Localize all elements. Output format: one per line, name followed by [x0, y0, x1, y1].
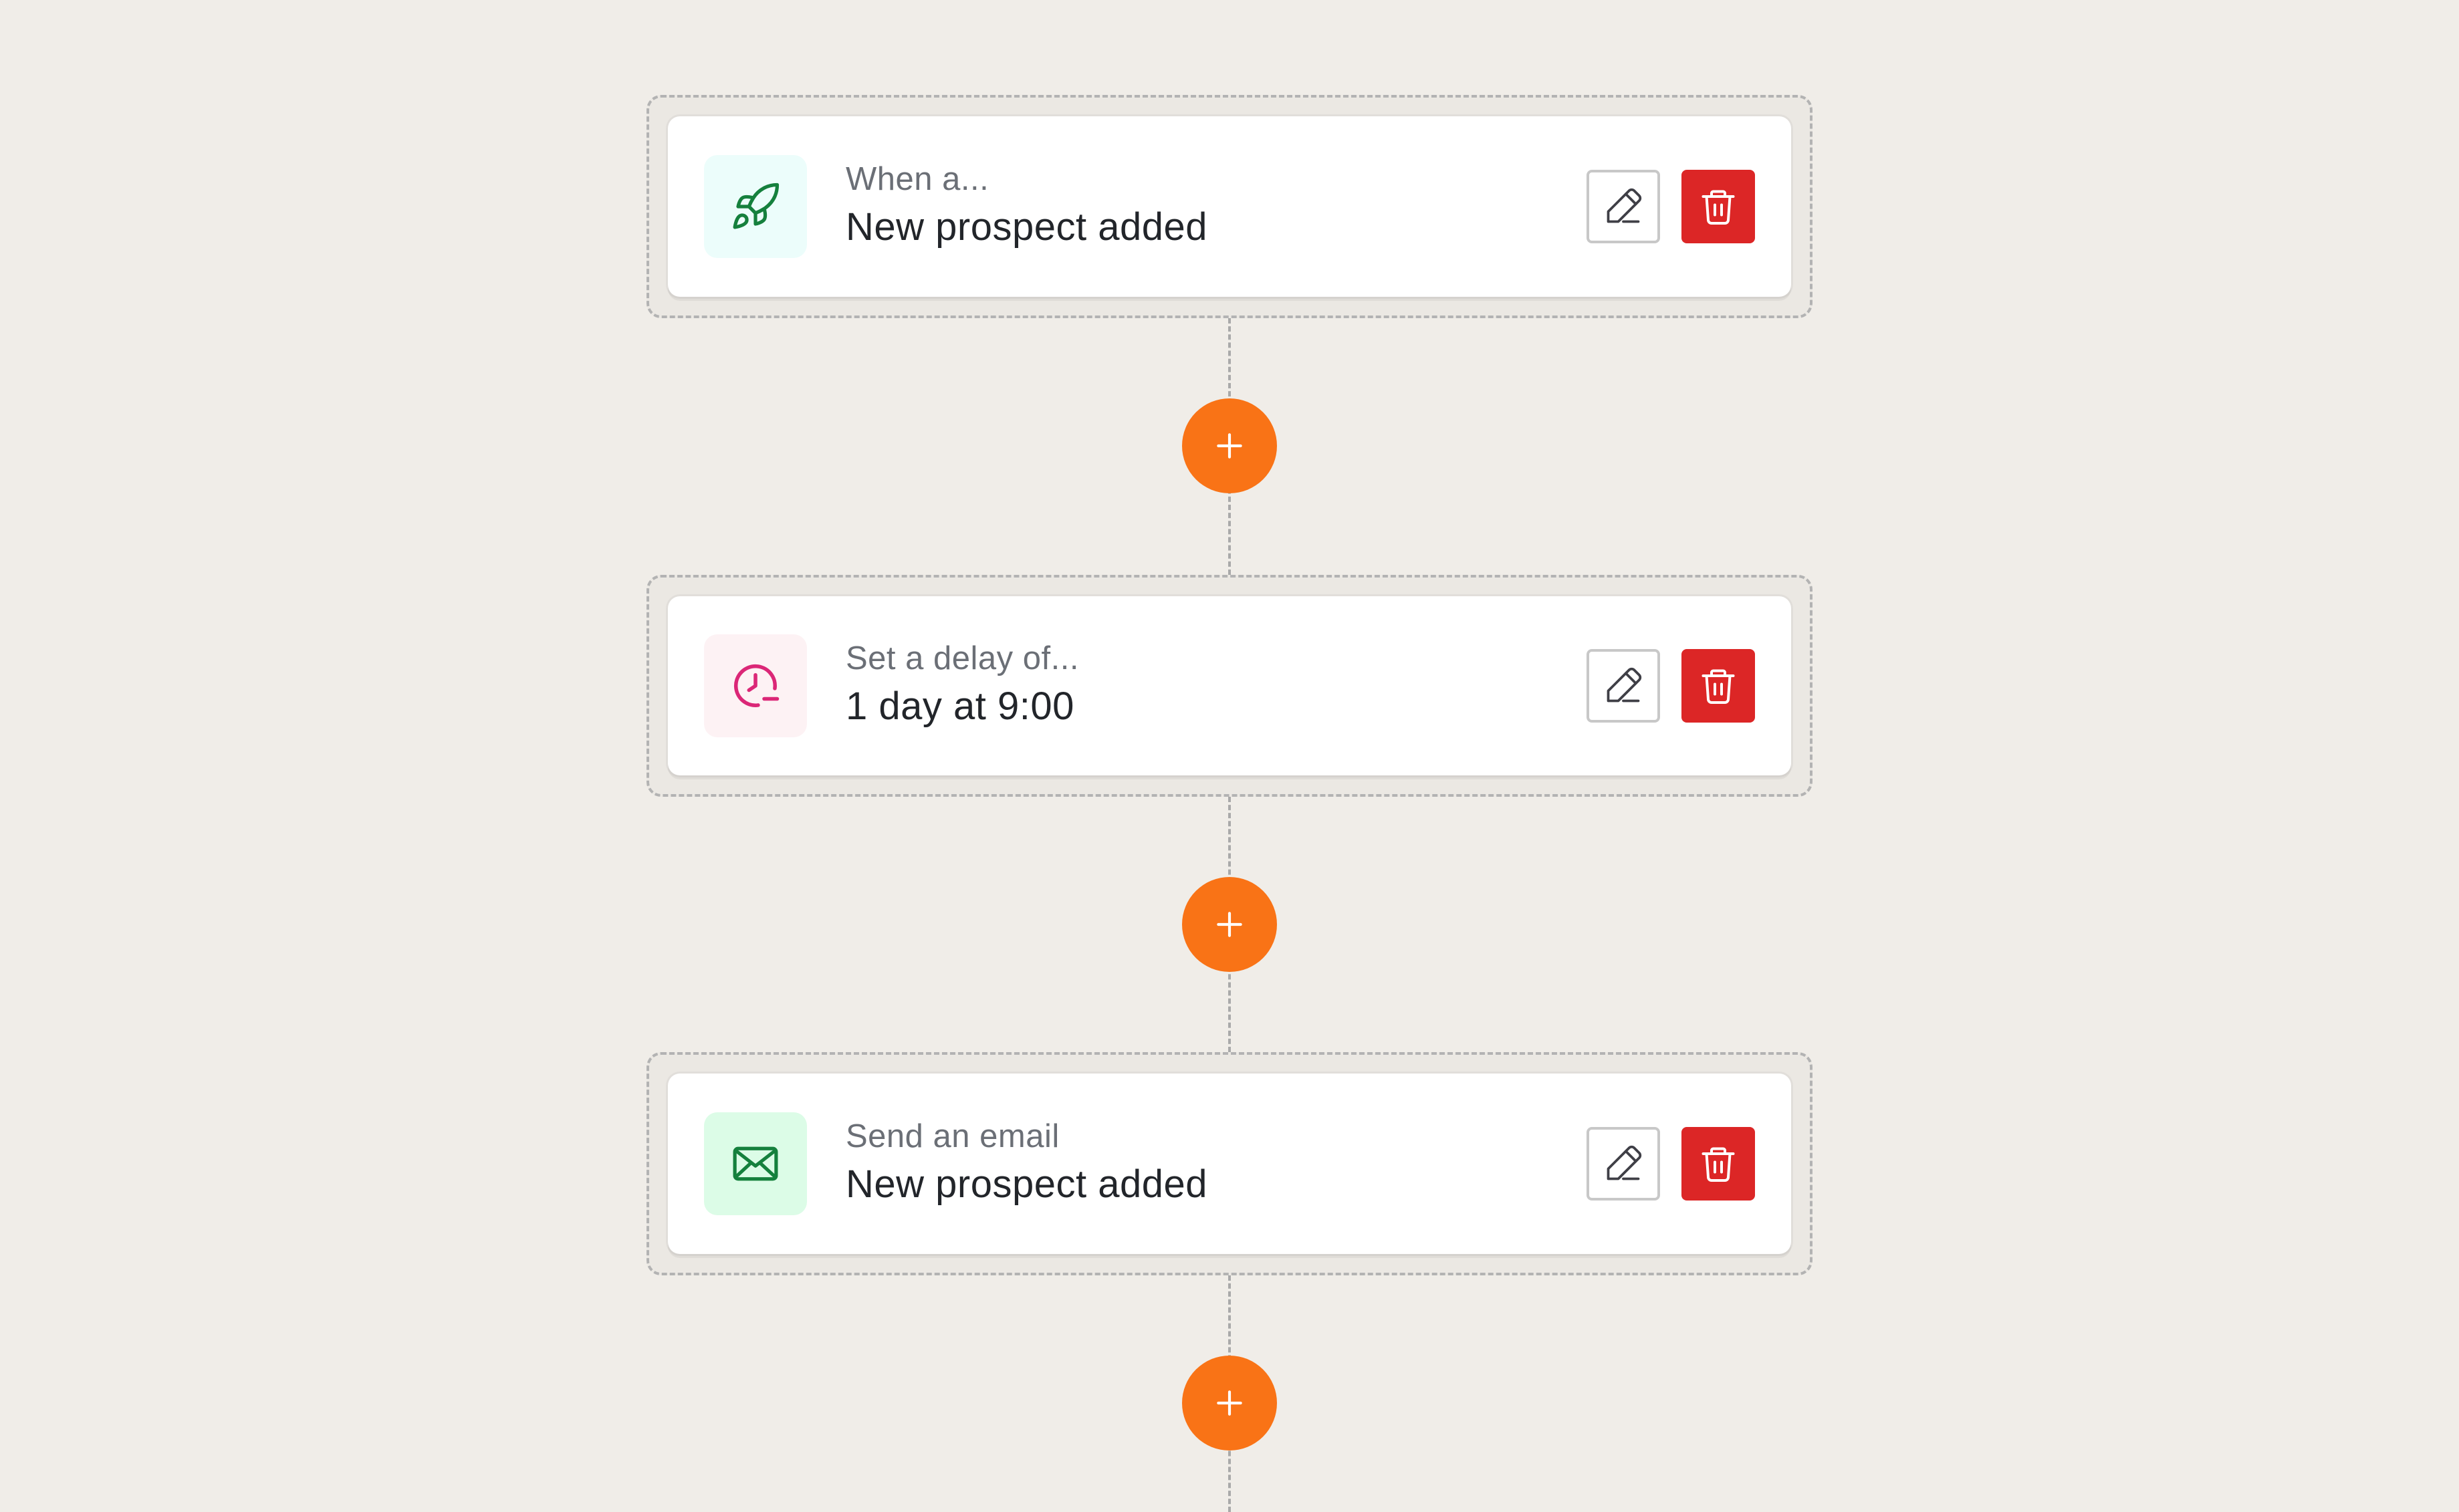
workflow-step-trigger: When a... New prospect added	[647, 95, 1812, 318]
plus-icon	[1217, 1390, 1242, 1416]
delete-button[interactable]	[1681, 649, 1755, 723]
edit-button[interactable]	[1587, 1127, 1660, 1201]
step-title: New prospect added	[846, 1162, 1207, 1206]
add-step-button[interactable]	[1182, 398, 1277, 493]
pencil-icon	[1607, 1145, 1642, 1180]
plus-icon	[1217, 912, 1242, 937]
step-kicker: When a...	[846, 161, 989, 197]
step-text: Send an email New prospect added	[846, 1116, 1207, 1212]
step-kicker: Set a delay of...	[846, 640, 1079, 676]
step-title: New prospect added	[846, 205, 1207, 249]
rocket-icon	[733, 182, 780, 229]
trash-icon	[1702, 669, 1735, 704]
trash-icon	[1702, 190, 1735, 225]
workflow-step-delay: Set a delay of... 1 day at 9:00	[647, 575, 1812, 797]
step-icon-tile	[704, 634, 807, 737]
step-card[interactable]: Set a delay of... 1 day at 9:00	[668, 596, 1791, 775]
delete-button[interactable]	[1681, 170, 1755, 243]
step-icon-tile	[704, 155, 807, 258]
edit-button[interactable]	[1587, 170, 1660, 243]
edit-button[interactable]	[1587, 649, 1660, 723]
add-step-button[interactable]	[1182, 877, 1277, 972]
workflow-step-email: Send an email New prospect added	[647, 1052, 1812, 1275]
pencil-icon	[1607, 188, 1642, 223]
step-text: When a... New prospect added	[846, 158, 1207, 255]
step-title: 1 day at 9:00	[846, 684, 1074, 728]
plus-icon	[1217, 433, 1242, 459]
delete-button[interactable]	[1681, 1127, 1755, 1201]
pencil-icon	[1607, 667, 1642, 703]
step-kicker: Send an email	[846, 1118, 1060, 1154]
step-text: Set a delay of... 1 day at 9:00	[846, 638, 1079, 734]
step-icon-tile	[704, 1112, 807, 1215]
step-card[interactable]: When a... New prospect added	[668, 116, 1791, 297]
add-step-button[interactable]	[1182, 1356, 1277, 1451]
step-card[interactable]: Send an email New prospect added	[668, 1074, 1791, 1254]
clock-delay-icon	[733, 664, 780, 707]
mail-icon	[733, 1146, 778, 1181]
trash-icon	[1702, 1147, 1735, 1182]
